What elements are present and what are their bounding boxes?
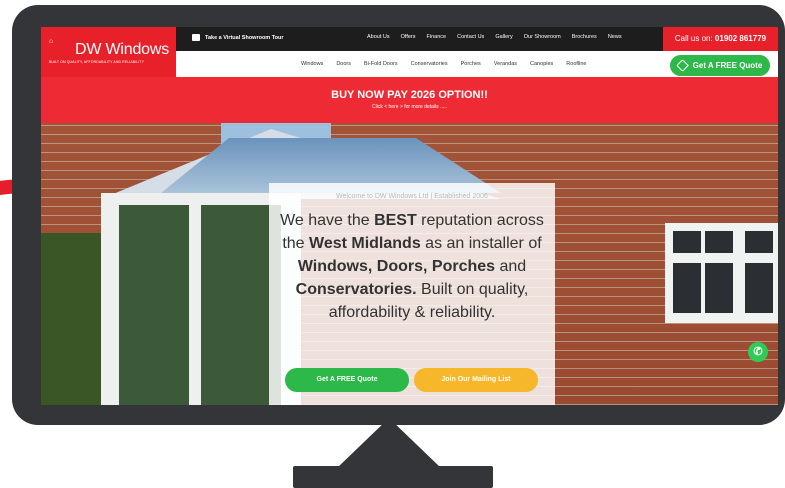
- monitor-stand-base: [293, 466, 493, 488]
- nav-roofline[interactable]: Roofline: [566, 61, 586, 67]
- call-number: 01902 861779: [714, 34, 767, 43]
- nav-doors[interactable]: Doors: [336, 61, 351, 67]
- main-nav: Windows Doors Bi-Fold Doors Conservatori…: [176, 51, 778, 77]
- promo-title: BUY NOW PAY 2026 OPTION!!: [331, 89, 488, 101]
- top-link-showroom[interactable]: Our Showroom: [524, 34, 561, 40]
- mailing-list-button[interactable]: Join Our Mailing List: [414, 368, 538, 392]
- quote-button-label: Get A FREE Quote: [692, 61, 763, 70]
- house-window: [665, 223, 778, 323]
- website-screen: Take a Virtual Showroom Tour About Us Of…: [41, 27, 778, 405]
- headline-part: Porches: [431, 258, 496, 275]
- nav-windows[interactable]: Windows: [301, 61, 323, 67]
- hero-welcome: Welcome to DW Windows Ltd | Established …: [336, 193, 488, 200]
- promo-banner[interactable]: BUY NOW PAY 2026 OPTION!! Click < here >…: [41, 77, 778, 123]
- top-link-brochures[interactable]: Brochures: [572, 34, 597, 40]
- hero-card: Welcome to DW Windows Ltd | Established …: [269, 183, 555, 405]
- nav-verandas[interactable]: Verandas: [494, 61, 517, 67]
- call-us-bar[interactable]: Call us on: 01902 861779: [663, 27, 778, 51]
- headline-part: Conservatories.: [295, 281, 417, 298]
- top-link-offers[interactable]: Offers: [401, 34, 416, 40]
- get-free-quote-button[interactable]: Get A FREE Quote: [670, 55, 770, 76]
- headline-part: BEST: [374, 212, 417, 229]
- hero-free-quote-button[interactable]: Get A FREE Quote: [285, 368, 409, 392]
- hero-section: Welcome to DW Windows Ltd | Established …: [41, 123, 778, 405]
- monitor-frame: Take a Virtual Showroom Tour About Us Of…: [12, 5, 785, 425]
- logo-house-icon: ⌂: [49, 38, 54, 45]
- promo-subtitle[interactable]: Click < here > for more details .....: [41, 104, 778, 110]
- tour-label: Take a Virtual Showroom Tour: [205, 34, 284, 41]
- top-link-gallery[interactable]: Gallery: [495, 34, 512, 40]
- headline-part: We have the: [280, 212, 375, 229]
- top-links: About Us Offers Finance Contact Us Galle…: [367, 34, 622, 40]
- top-link-news[interactable]: News: [608, 34, 622, 40]
- monitor-stand-neck: [337, 418, 441, 468]
- logo-name: DW Windows: [75, 41, 170, 58]
- headline-part: Windows, Doors,: [297, 258, 428, 275]
- whatsapp-icon[interactable]: ✆: [748, 342, 768, 362]
- site-logo[interactable]: ⌂ DW Windows BUILT ON QUALITY, AFFORDABI…: [41, 27, 176, 77]
- nav-conservatories[interactable]: Conservatories: [411, 61, 448, 67]
- call-label: Call us on:: [674, 34, 713, 43]
- camera-icon: [192, 34, 200, 41]
- headline-part: as an installer of: [420, 235, 542, 252]
- top-link-about[interactable]: About Us: [367, 34, 390, 40]
- nav-porches[interactable]: Porches: [461, 61, 481, 67]
- logo-tagline: BUILT ON QUALITY, AFFORDABILITY AND RELI…: [49, 60, 145, 64]
- headline-part: West Midlands: [309, 235, 421, 252]
- top-link-finance[interactable]: Finance: [427, 34, 447, 40]
- nav-bifold-doors[interactable]: Bi-Fold Doors: [364, 61, 398, 67]
- headline-part: and: [495, 258, 527, 275]
- hero-headline: We have the BEST reputation across the W…: [277, 209, 547, 324]
- top-link-contact[interactable]: Contact Us: [457, 34, 484, 40]
- tag-icon: [675, 59, 689, 72]
- nav-canopies[interactable]: Canopies: [530, 61, 553, 67]
- nav-links: Windows Doors Bi-Fold Doors Conservatori…: [301, 61, 586, 67]
- virtual-tour-link[interactable]: Take a Virtual Showroom Tour: [192, 34, 284, 41]
